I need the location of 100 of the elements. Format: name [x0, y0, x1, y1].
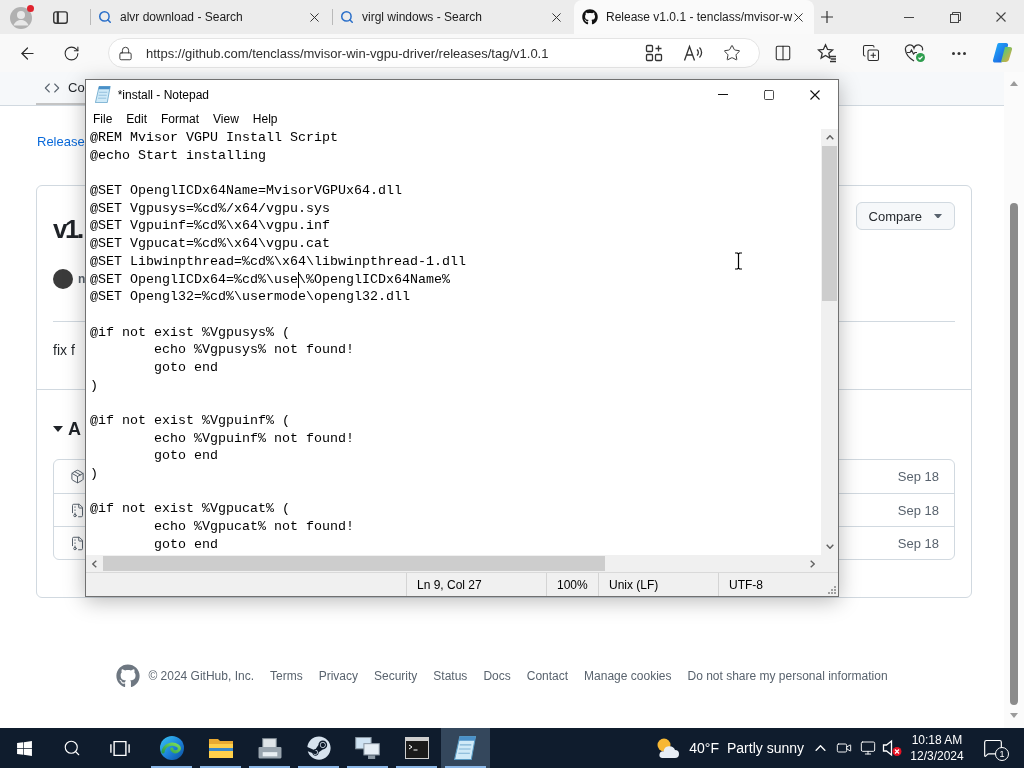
- menu-item[interactable]: Edit: [119, 109, 155, 129]
- text-line: @if not exist %Vgpucat% (: [90, 500, 290, 519]
- chevron-up-icon: [814, 744, 826, 752]
- browser-tab[interactable]: virgl windows - Search: [332, 0, 572, 34]
- profile-avatar-icon: [9, 4, 35, 30]
- footer-link[interactable]: Contact: [526, 669, 569, 683]
- window-title: *install - Notepad: [117, 87, 209, 102]
- line-ending: Unix (LF): [609, 577, 659, 592]
- github-icon: [582, 9, 598, 25]
- zoom-level: 100%: [557, 577, 588, 592]
- browser-tab[interactable]: Release v1.0.1 - tenclass/mvisor-w: [574, 0, 814, 34]
- text-line: @echo Start installing: [90, 146, 266, 165]
- breadcrumb-link[interactable]: Release: [37, 134, 85, 150]
- text-line: @SET Opengl32=%cd%\usermode\opengl32.dll: [90, 288, 410, 306]
- task-view-icon: [110, 740, 130, 756]
- package-icon: [70, 469, 85, 484]
- scroll-up-icon[interactable]: [1010, 81, 1018, 86]
- more-icon: [952, 51, 966, 55]
- close-icon: [309, 12, 319, 22]
- notification-button[interactable]: 1: [970, 728, 1016, 768]
- clock-date[interactable]: 12/3/2024: [910, 749, 964, 763]
- scrollbar-thumb[interactable]: [1010, 203, 1018, 705]
- footer-link[interactable]: Status: [433, 669, 468, 683]
- search-icon: [63, 739, 81, 757]
- printer-icon: [257, 737, 282, 759]
- browser-icon: [159, 736, 184, 760]
- footer-link[interactable]: Do not share my personal information: [687, 669, 888, 683]
- menu-item[interactable]: View: [206, 109, 246, 129]
- lock-icon[interactable]: [118, 45, 133, 61]
- text-line: @SET OpenglICDx64Name=MvisorVGPUx64.dll: [90, 182, 402, 200]
- text-line: @REM Mvisor VGPU Install Script: [90, 129, 338, 147]
- author-name[interactable]: n: [78, 272, 86, 286]
- scrollbar-thumb[interactable]: [822, 146, 837, 301]
- favorites-icon: [817, 43, 837, 63]
- text-line: echo %Vgpusys% not found!: [153, 341, 354, 359]
- chevron-right-icon: [810, 559, 815, 568]
- text-line: ): [90, 376, 98, 395]
- text-line: goto end: [153, 447, 218, 466]
- assets-heading[interactable]: A: [53, 419, 81, 439]
- restore-icon: [949, 11, 961, 23]
- footer-link[interactable]: Privacy: [318, 669, 358, 683]
- github-logo-icon[interactable]: [116, 664, 141, 688]
- menu-item[interactable]: Help: [245, 109, 285, 129]
- text-line: echo %Vgpuinf% not found!: [153, 429, 354, 448]
- notification-icon: [983, 738, 1003, 758]
- minimize-icon: [904, 16, 914, 18]
- text-line: @SET Libwinpthread=%cd%\x64\libwinpthread-1.dll: [90, 252, 466, 271]
- scrollbar-thumb[interactable]: [103, 556, 605, 571]
- speaker-muted-icon[interactable]: [882, 739, 902, 757]
- release-notes: fix f: [53, 341, 75, 360]
- asset-date: Sep 18: [897, 502, 939, 518]
- text-line: @SET Vgpucat=%cd%\x64\vgpu.cat: [90, 235, 330, 253]
- copilot-icon: [992, 43, 1014, 63]
- folder-icon: [208, 738, 233, 758]
- avatar: [53, 269, 73, 289]
- collections-icon: [862, 44, 880, 62]
- temperature[interactable]: 40°F: [689, 740, 719, 756]
- compare-button[interactable]: Compare: [855, 202, 955, 230]
- steam-icon: [306, 736, 331, 760]
- zip-file-icon: [70, 502, 85, 518]
- triangle-down-icon: [53, 426, 63, 432]
- computers-icon: [355, 737, 380, 759]
- menu-item[interactable]: File: [86, 109, 120, 129]
- footer-link[interactable]: Docs: [483, 669, 511, 683]
- minimize-icon: [718, 94, 728, 95]
- notification-badge: 1: [995, 747, 1009, 761]
- notepad-icon: [454, 736, 477, 760]
- resize-grip-icon[interactable]: [828, 586, 836, 594]
- read-aloud-icon: [683, 44, 703, 62]
- search-icon: [98, 10, 112, 24]
- refresh-icon: [62, 44, 80, 62]
- zip-file-icon: [70, 535, 85, 551]
- camera-icon: [836, 740, 852, 756]
- split-screen-icon: [774, 44, 792, 62]
- asset-date: Sep 18: [897, 469, 939, 484]
- footer-link[interactable]: Manage cookies: [584, 669, 672, 683]
- text-line: ): [90, 465, 98, 483]
- scroll-down-icon[interactable]: [1010, 713, 1018, 718]
- heart-icon: [904, 43, 926, 63]
- caret-down-icon: [934, 213, 942, 219]
- taskbar-button[interactable]: [441, 728, 490, 768]
- browser-tab[interactable]: alvr download - Search: [90, 0, 330, 34]
- clock-time[interactable]: 10:18 AM: [911, 733, 963, 747]
- terminal-icon: [404, 737, 429, 759]
- chevron-down-icon: [825, 544, 834, 549]
- partly-sunny-icon[interactable]: [655, 737, 682, 759]
- start-icon: [15, 739, 33, 757]
- close-icon: [810, 89, 820, 100]
- address-bar[interactable]: https://github.com/tenclass/mvisor-win-vgpu-driver/releases/tag/v1.0.1: [108, 38, 760, 68]
- notepad-icon: [95, 86, 111, 103]
- chevron-left-icon: [92, 559, 97, 568]
- menu-item[interactable]: Format: [154, 109, 207, 129]
- weather-condition[interactable]: Partly sunny: [726, 740, 804, 756]
- footer-link[interactable]: Terms: [269, 669, 303, 683]
- encoding: UTF-8: [729, 577, 763, 592]
- text-line: goto end: [153, 358, 218, 377]
- release-title: v1.: [53, 213, 82, 246]
- cursor-position: Ln 9, Col 27: [417, 577, 482, 592]
- chevron-up-icon: [825, 135, 834, 140]
- footer-link[interactable]: Security: [374, 669, 418, 683]
